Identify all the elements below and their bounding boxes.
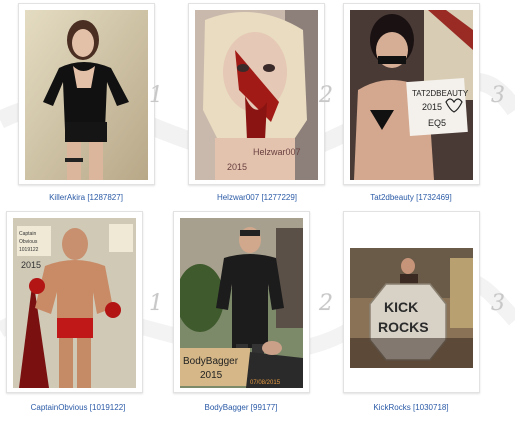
caption-id[interactable]: [1732469]	[416, 193, 452, 202]
caption-bodybagger[interactable]: BodyBagger [99177]	[166, 403, 316, 412]
caption-name[interactable]: CaptainObvious	[31, 403, 88, 412]
photo-captainobvious[interactable]: Captain Obvious 1019122 2015	[13, 218, 136, 388]
photo-date-stamp: 07/08/2015	[250, 380, 281, 386]
caption-id[interactable]: [99177]	[251, 403, 278, 412]
caption-id[interactable]: [1287827]	[87, 193, 123, 202]
photo-sign-text: Helzwar007	[253, 147, 301, 157]
photo-sign-line3: 1019122	[19, 247, 39, 253]
rank-numeral: 1	[149, 291, 163, 316]
photo-card-captainobvious[interactable]: Captain Obvious 1019122 2015	[6, 211, 143, 393]
photo-sign-line1: Captain	[19, 231, 36, 237]
photo-killerakira[interactable]	[25, 10, 148, 180]
caption-id[interactable]: [1277229]	[261, 193, 297, 202]
photo-sign-year: 2015	[21, 260, 41, 270]
photo-tat2dbeauty[interactable]: TAT2DBEAUTY 2015 EQ5	[350, 10, 473, 180]
photo-card-kickrocks[interactable]: KICK ROCKS	[343, 211, 480, 393]
photo-card-tat2dbeauty[interactable]: TAT2DBEAUTY 2015 EQ5	[343, 3, 480, 185]
photo-sign-line2: 2015	[422, 102, 442, 112]
photo-sign-year: 2015	[227, 162, 247, 172]
photo-card-helzwar007[interactable]: Helzwar007 2015	[188, 3, 325, 185]
rank-numeral: 1	[149, 83, 163, 108]
caption-captainobvious[interactable]: CaptainObvious [1019122]	[3, 403, 153, 412]
caption-killerakira[interactable]: KillerAkira [1287827]	[11, 193, 161, 202]
photo-sign-line1: KICK	[384, 299, 418, 315]
caption-kickrocks[interactable]: KickRocks [1030718]	[336, 403, 486, 412]
caption-name[interactable]: KickRocks	[373, 403, 410, 412]
caption-tat2dbeauty[interactable]: Tat2dbeauty [1732469]	[336, 193, 486, 202]
photo-sign-line1: BodyBagger	[183, 356, 239, 367]
photo-bodybagger[interactable]: BodyBagger 2015 07/08/2015	[180, 218, 303, 388]
rank-numeral: 2	[319, 291, 333, 316]
photo-card-killerakira[interactable]	[18, 3, 155, 185]
caption-id[interactable]: [1019122]	[90, 403, 126, 412]
photo-sign-line3: EQ5	[428, 118, 446, 128]
caption-name[interactable]: Tat2dbeauty	[370, 193, 414, 202]
caption-helzwar007[interactable]: Helzwar007 [1277229]	[182, 193, 332, 202]
photo-card-bodybagger[interactable]: BodyBagger 2015 07/08/2015	[173, 211, 310, 393]
rank-numeral: 3	[491, 291, 505, 316]
photo-sign-line2: 2015	[200, 370, 223, 381]
photo-sign-line2: ROCKS	[378, 319, 429, 335]
caption-name[interactable]: Helzwar007	[217, 193, 259, 202]
photo-helzwar007[interactable]: Helzwar007 2015	[195, 10, 318, 180]
rank-numeral: 3	[491, 83, 505, 108]
caption-name[interactable]: BodyBagger	[205, 403, 249, 412]
caption-id[interactable]: [1030718]	[413, 403, 449, 412]
photo-sign-line1: TAT2DBEAUTY	[412, 89, 469, 98]
caption-name[interactable]: KillerAkira	[49, 193, 85, 202]
photo-sign-line2: Obvious	[19, 239, 38, 245]
photo-kickrocks[interactable]: KICK ROCKS	[350, 218, 473, 388]
rank-numeral: 2	[319, 83, 333, 108]
